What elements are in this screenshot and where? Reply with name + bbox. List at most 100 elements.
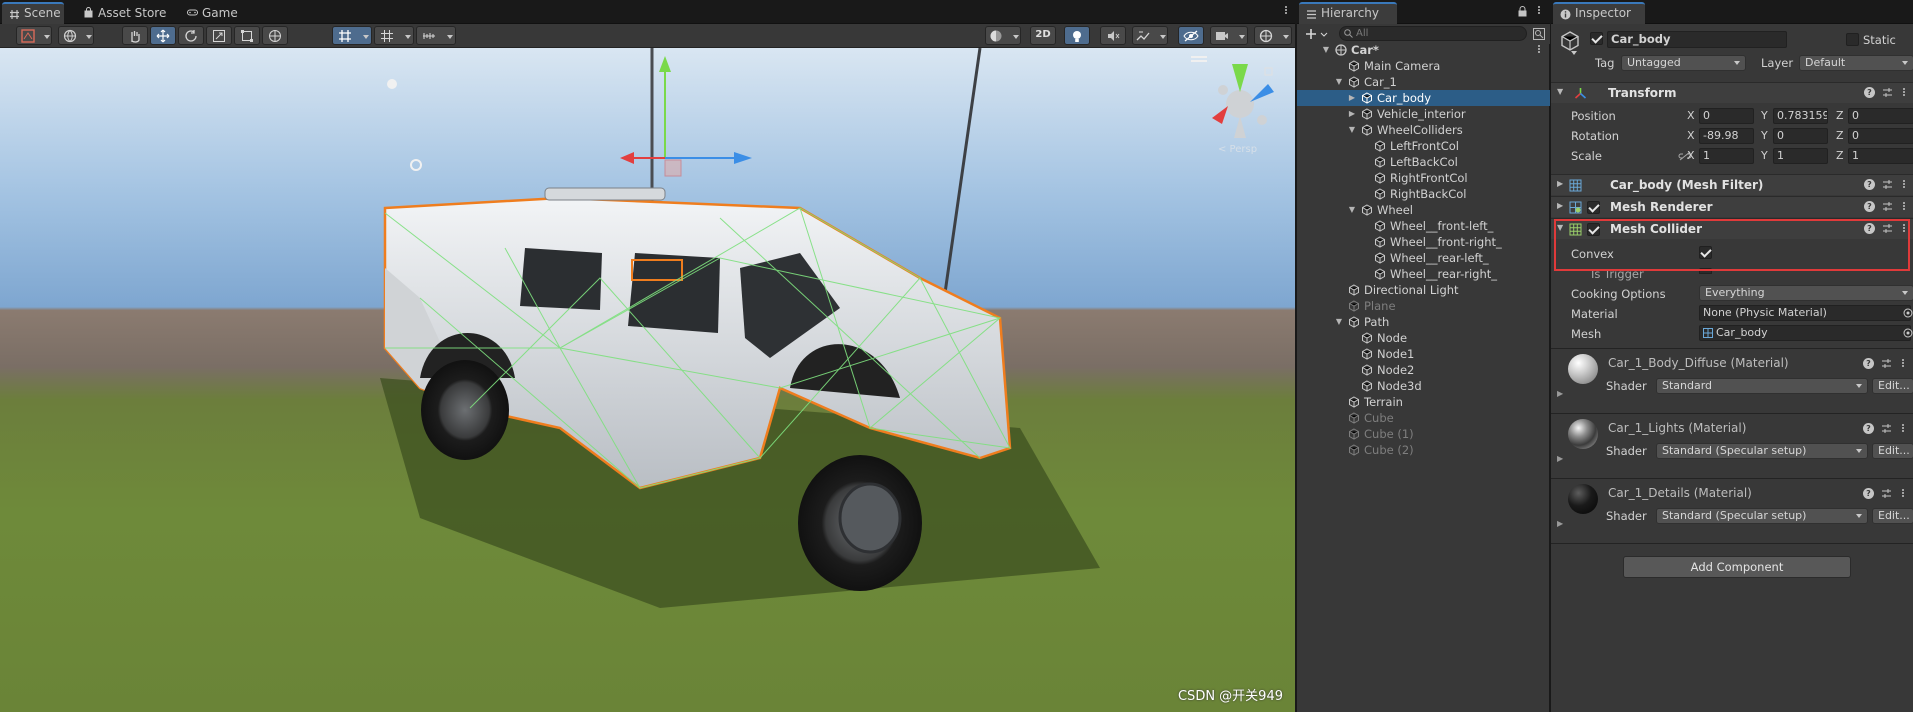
axis-x-label[interactable]: X <box>1687 149 1695 162</box>
hierarchy-item[interactable]: RightBackCol <box>1297 186 1550 202</box>
tab-scene[interactable]: Scene <box>2 2 64 24</box>
mesh-filter-header[interactable]: ▶ Car_body (Mesh Filter) ? <box>1551 174 1913 195</box>
move-tool-button[interactable] <box>150 26 176 45</box>
scene-visibility-button[interactable] <box>1178 26 1204 45</box>
tab-game[interactable]: Game <box>180 2 250 24</box>
axis-y-label[interactable]: Y <box>1761 109 1768 122</box>
tag-dropdown[interactable]: Untagged <box>1621 55 1746 71</box>
active-checkbox[interactable] <box>1590 32 1603 45</box>
rotation-x-input[interactable]: -89.98 <box>1699 128 1754 144</box>
shader-dropdown[interactable]: Standard <box>1656 378 1868 394</box>
presets-icon[interactable] <box>1881 488 1892 499</box>
hierarchy-item[interactable]: Main Camera <box>1297 58 1550 74</box>
transform-tool-button[interactable] <box>262 26 288 45</box>
hierarchy-search-input[interactable]: All <box>1339 26 1527 41</box>
fold-closed-icon[interactable]: ▶ <box>1557 389 1563 398</box>
hierarchy-item[interactable]: ▶ Vehicle_interior <box>1297 106 1550 122</box>
help-icon[interactable]: ? <box>1863 358 1874 369</box>
rotation-y-input[interactable]: 0 <box>1773 128 1828 144</box>
hierarchy-item[interactable]: ▼ Path <box>1297 314 1550 330</box>
axis-x-label[interactable]: X <box>1687 109 1695 122</box>
tab-inspector[interactable]: Inspector <box>1553 2 1645 24</box>
component-menu-icon[interactable] <box>1901 488 1905 500</box>
presets-icon[interactable] <box>1881 358 1892 369</box>
draw-mode-button[interactable] <box>16 26 52 45</box>
hierarchy-item[interactable]: Node2 <box>1297 362 1550 378</box>
move-gizmo[interactable] <box>620 56 752 177</box>
add-component-button[interactable]: Add Component <box>1623 556 1851 578</box>
hierarchy-item[interactable]: ▼ WheelColliders <box>1297 122 1550 138</box>
presets-icon[interactable] <box>1881 423 1892 434</box>
axis-x-label[interactable]: X <box>1687 129 1695 142</box>
position-z-input[interactable]: 0 <box>1848 108 1913 124</box>
rotate-tool-button[interactable] <box>178 26 204 45</box>
fold-open-icon[interactable]: ▼ <box>1347 122 1357 138</box>
help-icon[interactable]: ? <box>1864 201 1875 212</box>
fold-closed-icon[interactable]: ▶ <box>1557 519 1563 528</box>
cooking-options-dropdown[interactable]: Everything <box>1699 285 1913 301</box>
hierarchy-item[interactable]: LeftFrontCol <box>1297 138 1550 154</box>
audio-toggle-button[interactable] <box>1100 26 1126 45</box>
tab-hierarchy[interactable]: Hierarchy <box>1299 2 1397 24</box>
search-mode-icon[interactable] <box>1533 28 1545 40</box>
presets-icon[interactable] <box>1882 201 1893 212</box>
hierarchy-item[interactable]: Node <box>1297 330 1550 346</box>
hand-tool-button[interactable] <box>122 26 148 45</box>
shading-mode-button[interactable] <box>985 26 1021 45</box>
lock-icon[interactable] <box>1518 6 1527 17</box>
position-x-input[interactable]: 0 <box>1699 108 1754 124</box>
static-checkbox[interactable] <box>1846 33 1859 46</box>
scene-panel-menu-icon[interactable] <box>1284 5 1288 17</box>
hierarchy-item[interactable]: Cube (2) <box>1297 442 1550 458</box>
fold-open-icon[interactable]: ▼ <box>1334 74 1344 90</box>
hierarchy-item[interactable]: LeftBackCol <box>1297 154 1550 170</box>
object-picker-icon[interactable] <box>1903 328 1913 338</box>
lighting-toggle-button[interactable] <box>1064 26 1090 45</box>
scale-tool-button[interactable] <box>206 26 232 45</box>
hierarchy-item[interactable]: Cube (1) <box>1297 426 1550 442</box>
mesh-field[interactable]: Car_body <box>1699 325 1911 341</box>
fold-open-icon[interactable]: ▼ <box>1334 314 1344 330</box>
axis-y-label[interactable]: Y <box>1761 149 1768 162</box>
scene-menu-icon[interactable] <box>1537 44 1541 56</box>
help-icon[interactable]: ? <box>1864 179 1875 190</box>
hierarchy-item[interactable]: Wheel__rear-left_ <box>1297 250 1550 266</box>
component-menu-icon[interactable] <box>1902 201 1906 213</box>
presets-icon[interactable] <box>1882 179 1893 190</box>
scene-viewport[interactable]: < Persp CSDN @开关949 <box>0 48 1295 712</box>
rect-tool-button[interactable] <box>234 26 260 45</box>
component-menu-icon[interactable] <box>1901 423 1905 435</box>
scale-y-input[interactable]: 1 <box>1773 148 1828 164</box>
chevron-down-icon[interactable] <box>1571 51 1577 55</box>
pivot-button[interactable] <box>332 26 372 45</box>
grid-snap-button[interactable] <box>374 26 414 45</box>
mesh-renderer-enabled-checkbox[interactable] <box>1587 201 1600 214</box>
viewport-menu-icon[interactable] <box>1191 60 1207 62</box>
hierarchy-item[interactable]: ▶ Car_body <box>1297 90 1550 106</box>
shader-dropdown[interactable]: Standard (Specular setup) <box>1656 508 1868 524</box>
hierarchy-item[interactable]: Cube <box>1297 410 1550 426</box>
shader-edit-button[interactable]: Edit... <box>1872 443 1913 459</box>
fold-closed-icon[interactable]: ▶ <box>1347 106 1357 122</box>
object-name-input[interactable]: Car_body <box>1607 31 1787 48</box>
gizmos-button[interactable] <box>1254 26 1292 45</box>
help-icon[interactable]: ? <box>1863 488 1874 499</box>
global-local-button[interactable] <box>58 26 94 45</box>
hierarchy-item[interactable]: RightFrontCol <box>1297 170 1550 186</box>
physic-material-field[interactable]: None (Physic Material) <box>1699 305 1911 321</box>
create-button[interactable] <box>1305 26 1329 42</box>
shader-dropdown[interactable]: Standard (Specular setup) <box>1656 443 1868 459</box>
hierarchy-item[interactable]: Directional Light <box>1297 282 1550 298</box>
effects-button[interactable] <box>1132 26 1168 45</box>
scale-x-input[interactable]: 1 <box>1699 148 1754 164</box>
transform-header[interactable]: ▼ Transform ? <box>1551 82 1913 103</box>
hierarchy-item[interactable]: Wheel__front-right_ <box>1297 234 1550 250</box>
axis-z-label[interactable]: Z <box>1836 129 1844 142</box>
component-menu-icon[interactable] <box>1901 358 1905 370</box>
hierarchy-item[interactable]: Node1 <box>1297 346 1550 362</box>
help-icon[interactable]: ? <box>1864 87 1875 98</box>
hierarchy-item[interactable]: Node3d <box>1297 378 1550 394</box>
tab-asset-store[interactable]: Asset Store <box>76 2 172 24</box>
hierarchy-item[interactable]: Terrain <box>1297 394 1550 410</box>
scale-z-input[interactable]: 1 <box>1848 148 1913 164</box>
